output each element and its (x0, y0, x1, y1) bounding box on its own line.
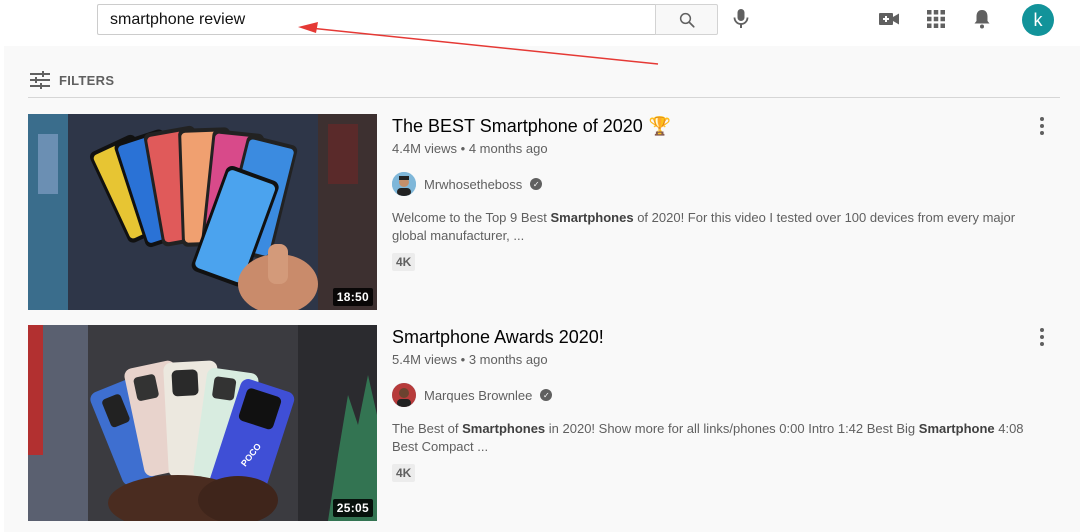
video-title[interactable]: The BEST Smartphone of 2020 🏆 (392, 114, 1052, 138)
video-duration: 25:05 (332, 499, 373, 517)
video-title-text: Smartphone Awards 2020! (392, 327, 604, 347)
video-meta: 5.4M views • 3 months ago (392, 352, 548, 367)
verified-icon: ✓ (540, 389, 553, 401)
video-result[interactable]: 18:50 The BEST Smartphone of 2020 🏆 4.4M… (28, 114, 1068, 310)
thumbnail-image (28, 114, 377, 310)
view-count: 5.4M views (392, 352, 458, 367)
bell-icon (974, 10, 990, 29)
video-description: Welcome to the Top 9 Best Smartphones of… (392, 209, 1032, 245)
verified-icon: ✓ (530, 178, 543, 190)
video-info: The BEST Smartphone of 2020 🏆 4.4M views… (392, 114, 1052, 271)
channel-name[interactable]: Mrwhosetheboss (424, 177, 522, 192)
filters-button[interactable]: FILTERS (30, 70, 114, 90)
channel-link[interactable]: Mrwhosetheboss ✓ (392, 172, 1052, 196)
filters-label: FILTERS (59, 72, 115, 88)
top-bar: k (0, 0, 1080, 46)
video-info: Smartphone Awards 2020! 5.4M views • 3 m… (392, 325, 1052, 482)
quality-badge: 4K (392, 253, 416, 271)
account-avatar[interactable]: k (1022, 4, 1054, 36)
upload-age: 3 months ago (468, 352, 548, 367)
upload-age: 4 months ago (468, 141, 548, 156)
video-meta: 4.4M views • 4 months ago (392, 141, 548, 156)
create-button[interactable] (878, 8, 900, 30)
description-keyword: Smartphone (918, 421, 995, 436)
description-text: The Best of (392, 421, 463, 436)
video-thumbnail[interactable]: POCO 25:05 (28, 325, 377, 521)
channel-avatar[interactable] (392, 383, 416, 407)
search-button[interactable] (655, 4, 718, 35)
video-camera-plus-icon (879, 13, 899, 25)
video-result[interactable]: POCO 25:05 Smartphone Awards 2020! 5.4M … (28, 325, 1068, 521)
apps-button[interactable] (925, 8, 947, 30)
description-text: in 2020! Show more for all links/phones … (545, 421, 919, 436)
channel-avatar[interactable] (392, 172, 416, 196)
mic-icon (733, 9, 749, 28)
video-title-text: The BEST Smartphone of 2020 (392, 116, 643, 136)
notifications-button[interactable] (971, 8, 993, 30)
video-title[interactable]: Smartphone Awards 2020! (392, 325, 1052, 349)
more-options-button[interactable] (1032, 327, 1052, 347)
more-vert-icon (1040, 117, 1044, 121)
more-options-button[interactable] (1032, 116, 1052, 136)
view-count: 4.4M views (392, 141, 458, 156)
video-thumbnail[interactable]: 18:50 (28, 114, 377, 310)
voice-search-button[interactable] (729, 6, 753, 32)
thumbnail-image: POCO (28, 325, 377, 521)
channel-name[interactable]: Marques Brownlee (424, 388, 532, 403)
apps-grid-icon (927, 10, 945, 28)
quality-badge: 4K (392, 464, 416, 482)
channel-link[interactable]: Marques Brownlee ✓ (392, 383, 1052, 407)
search-input[interactable] (110, 10, 644, 29)
trophy-icon: 🏆 (648, 116, 672, 136)
search-results: FILTERS 18:50 The BEST Smartphone of 202… (4, 46, 1080, 532)
description-keyword: Smartphones (550, 210, 634, 225)
more-vert-icon (1040, 328, 1044, 332)
divider (28, 97, 1060, 98)
description-keyword: Smartphones (462, 421, 546, 436)
description-text: Welcome to the Top 9 Best (392, 210, 551, 225)
video-description: The Best of Smartphones in 2020! Show mo… (392, 420, 1032, 456)
search-icon (679, 12, 695, 28)
tune-icon (30, 71, 50, 89)
search-box[interactable] (97, 4, 656, 35)
video-duration: 18:50 (332, 288, 373, 306)
